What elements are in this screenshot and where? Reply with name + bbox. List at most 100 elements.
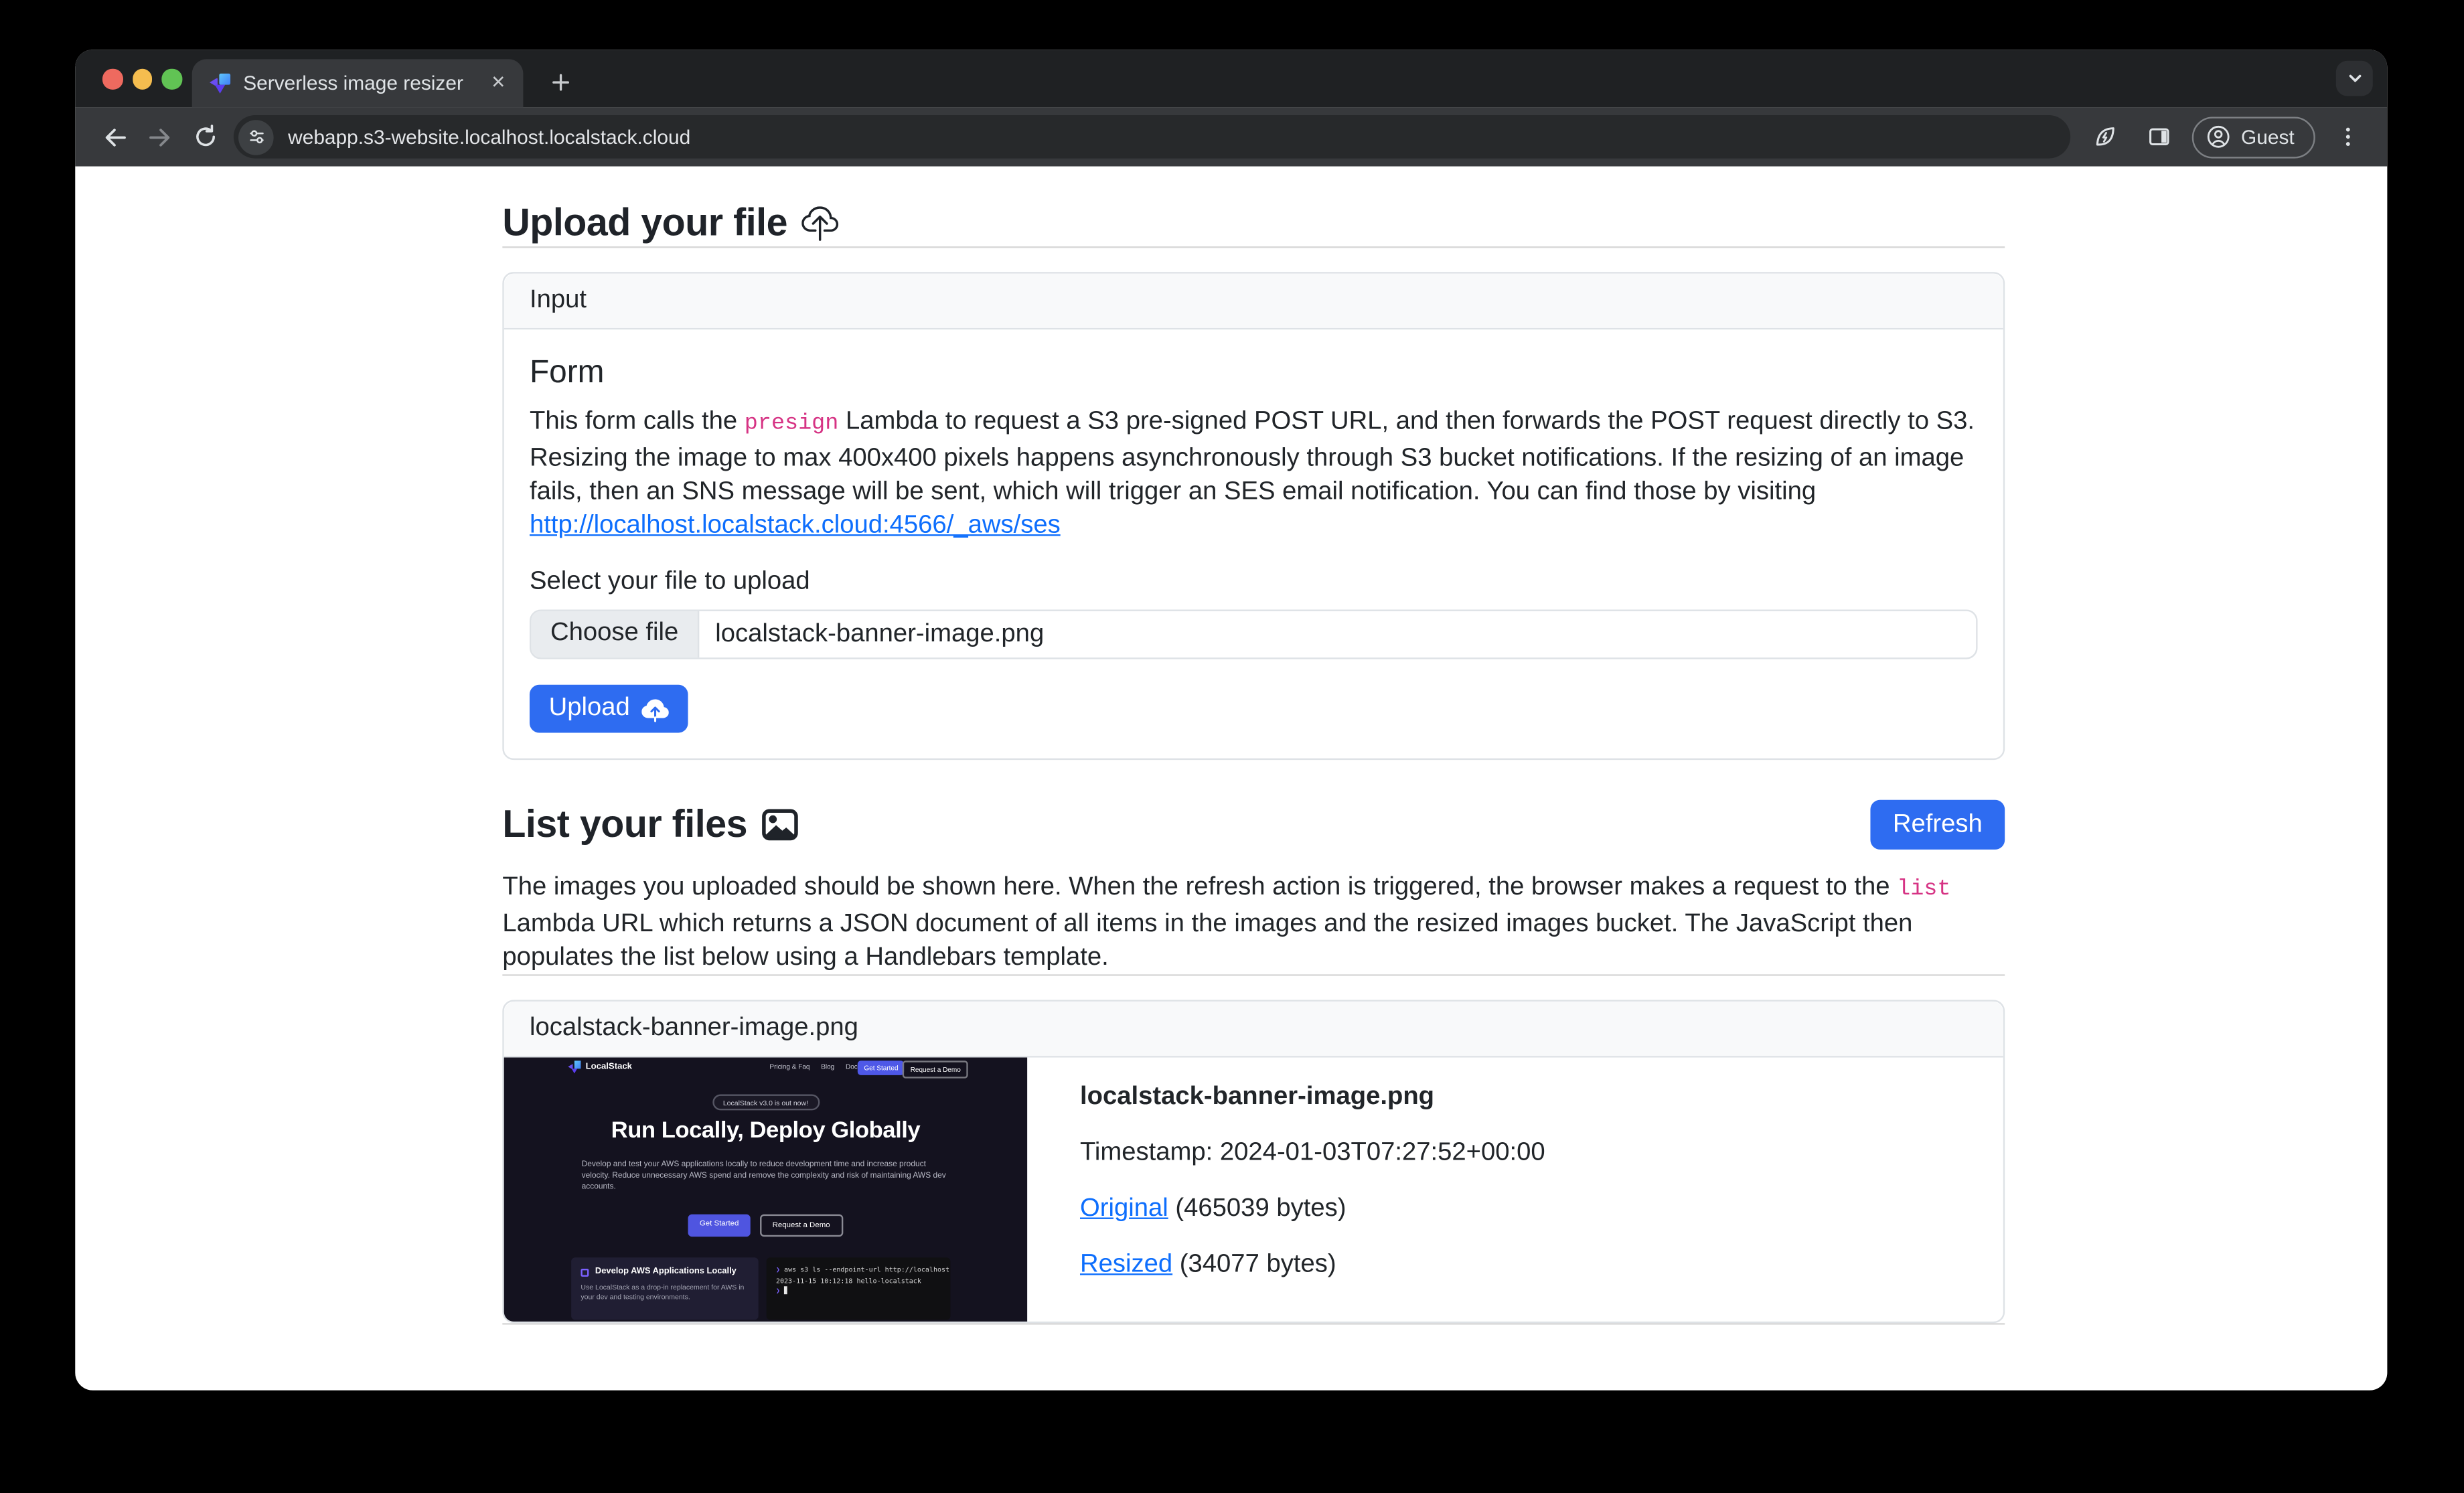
file-card-body: LocalStack Pricing & Faq Blog Docs Sign … — [504, 1058, 2003, 1322]
kebab-menu-icon — [2335, 125, 2360, 149]
back-arrow-icon — [101, 123, 130, 151]
person-circle-icon — [2204, 123, 2232, 151]
banner-feature-icon — [581, 1268, 589, 1276]
divider — [502, 246, 2005, 248]
close-window-button[interactable] — [102, 69, 123, 89]
cloud-upload-fill-icon — [641, 695, 669, 722]
file-title: localstack-banner-image.png — [1080, 1083, 1545, 1112]
tab-serverless-image-resizer[interactable]: Serverless image resizer ✕ — [192, 59, 524, 107]
profile-chip[interactable]: Guest — [2191, 116, 2315, 157]
resized-size: (34077 bytes) — [1180, 1251, 1336, 1279]
tab-search-button[interactable] — [2336, 61, 2373, 96]
list-section-title: List your files — [502, 802, 747, 847]
upload-description-text: This form calls the — [530, 408, 745, 435]
browser-window: Serverless image resizer ✕ — [75, 50, 2387, 1390]
terminal-cursor — [784, 1287, 788, 1295]
page-container: Upload your file Input Form This form ca… — [502, 167, 2005, 1325]
profile-label: Guest — [2241, 126, 2295, 148]
file-timestamp: Timestamp: 2024-01-03T07:27:52+00:00 — [1080, 1139, 1545, 1168]
banner-version-badge: LocalStack v3.0 is out now! — [712, 1094, 820, 1110]
terminal-line: 2023-11-15 10:12:18 hello-localstack — [776, 1276, 921, 1284]
file-input[interactable]: Choose file localstack-banner-image.png — [530, 609, 1978, 659]
tune-icon — [246, 127, 266, 147]
forward-arrow-icon — [145, 123, 174, 151]
banner-logo-icon — [568, 1060, 581, 1073]
selected-file-name: localstack-banner-image.png — [699, 611, 1060, 657]
browser-menu-button[interactable] — [2325, 114, 2370, 159]
url-text: webapp.s3-website.localhost.localstack.c… — [288, 126, 690, 148]
side-panel-button[interactable] — [2137, 114, 2182, 159]
banner-cta-row: Get Started Request a Demo — [504, 1214, 1027, 1237]
upload-description: This form calls the presign Lambda to re… — [530, 405, 1978, 543]
localstack-favicon-icon — [210, 73, 230, 94]
banner-terminal: ❯ aws s3 ls --endpoint-url http://localh… — [767, 1257, 951, 1320]
resized-line: Resized (34077 bytes) — [1080, 1251, 1545, 1280]
tab-title: Serverless image resizer — [243, 72, 475, 94]
divider — [502, 974, 2005, 975]
window-controls — [102, 69, 181, 89]
address-bar[interactable]: webapp.s3-website.localhost.localstack.c… — [234, 115, 2070, 159]
chevron-down-icon — [2343, 67, 2366, 89]
file-select-label: Select your file to upload — [530, 568, 1978, 597]
presign-code: presign — [745, 411, 839, 437]
banner-nav-request-demo: Request a Demo — [903, 1060, 969, 1078]
minimize-window-button[interactable] — [132, 69, 152, 89]
upload-button[interactable]: Upload — [530, 685, 688, 733]
tab-strip: Serverless image resizer ✕ — [75, 50, 2387, 107]
banner-logo-text: LocalStack — [586, 1063, 632, 1072]
banner-feature-title: Develop AWS Applications Locally — [595, 1267, 737, 1277]
banner-nav-get-started: Get Started — [858, 1060, 905, 1075]
upload-button-label: Upload — [549, 694, 630, 723]
ses-link[interactable]: http://localhost.localstack.cloud:4566/_… — [530, 512, 1061, 540]
banner-nav-item: Blog — [821, 1063, 834, 1071]
zoom-window-button[interactable] — [161, 69, 181, 89]
reload-icon — [191, 123, 219, 151]
file-card-header: localstack-banner-image.png — [504, 1002, 2003, 1058]
banner-headline: Run Locally, Deploy Globally — [504, 1118, 1027, 1144]
upload-section-title: Upload your file — [502, 202, 787, 246]
terminal-prompt: ❯ — [776, 1265, 780, 1273]
page-bottom-divider — [502, 1323, 2005, 1324]
side-panel-icon — [2146, 123, 2173, 151]
banner-feature-text: Use LocalStack as a drop-in replacement … — [581, 1283, 747, 1303]
list-code: list — [1897, 877, 1950, 902]
terminal-line: aws s3 ls --endpoint-url http://localhos… — [784, 1265, 950, 1273]
original-line: Original (465039 bytes) — [1080, 1195, 1545, 1224]
back-button[interactable] — [93, 114, 138, 159]
banner-subtext: Develop and test your AWS applications l… — [582, 1160, 950, 1193]
performance-button[interactable] — [2082, 114, 2127, 159]
forward-button[interactable] — [138, 114, 183, 159]
list-description-text2: Lambda URL which returns a JSON document… — [502, 911, 1912, 971]
resized-link[interactable]: Resized — [1080, 1251, 1172, 1279]
plus-icon — [548, 70, 572, 94]
refresh-button[interactable]: Refresh — [1870, 800, 2005, 850]
choose-file-button[interactable]: Choose file — [531, 611, 699, 657]
upload-card-body: Form This form calls the presign Lambda … — [504, 329, 2003, 758]
banner-get-started-button: Get Started — [688, 1214, 750, 1237]
file-details: localstack-banner-image.png Timestamp: 2… — [1027, 1058, 1571, 1306]
leaf-bolt-icon — [2092, 123, 2119, 151]
image-icon — [762, 806, 799, 843]
form-heading: Form — [530, 355, 1978, 392]
original-size: (465039 bytes) — [1175, 1195, 1346, 1223]
refresh-button-label: Refresh — [1893, 810, 1983, 839]
new-tab-button[interactable] — [542, 64, 578, 100]
page-content: Upload your file Input Form This form ca… — [75, 167, 2387, 1391]
banner-nav-item: Pricing & Faq — [769, 1063, 810, 1071]
cloud-upload-icon — [802, 206, 839, 242]
banner-logo: LocalStack — [568, 1060, 632, 1073]
list-description: The images you uploaded should be shown … — [502, 870, 2005, 974]
terminal-prompt: ❯ — [776, 1287, 780, 1295]
toolbar-actions: Guest — [2082, 114, 2370, 159]
site-settings-button[interactable] — [238, 119, 274, 155]
banner-feature-card: Develop AWS Applications Locally Use Loc… — [571, 1257, 759, 1320]
tab-close-icon[interactable]: ✕ — [487, 71, 509, 95]
file-card: localstack-banner-image.png LocalStack P… — [502, 1000, 2005, 1324]
browser-toolbar: webapp.s3-website.localhost.localstack.c… — [75, 107, 2387, 166]
reload-button[interactable] — [182, 114, 227, 159]
file-thumbnail-image: LocalStack Pricing & Faq Blog Docs Sign … — [504, 1058, 1027, 1322]
upload-card: Input Form This form calls the presign L… — [502, 272, 2005, 760]
original-link[interactable]: Original — [1080, 1195, 1168, 1223]
upload-card-header: Input — [504, 274, 2003, 330]
list-description-text: The images you uploaded should be shown … — [502, 874, 1897, 901]
